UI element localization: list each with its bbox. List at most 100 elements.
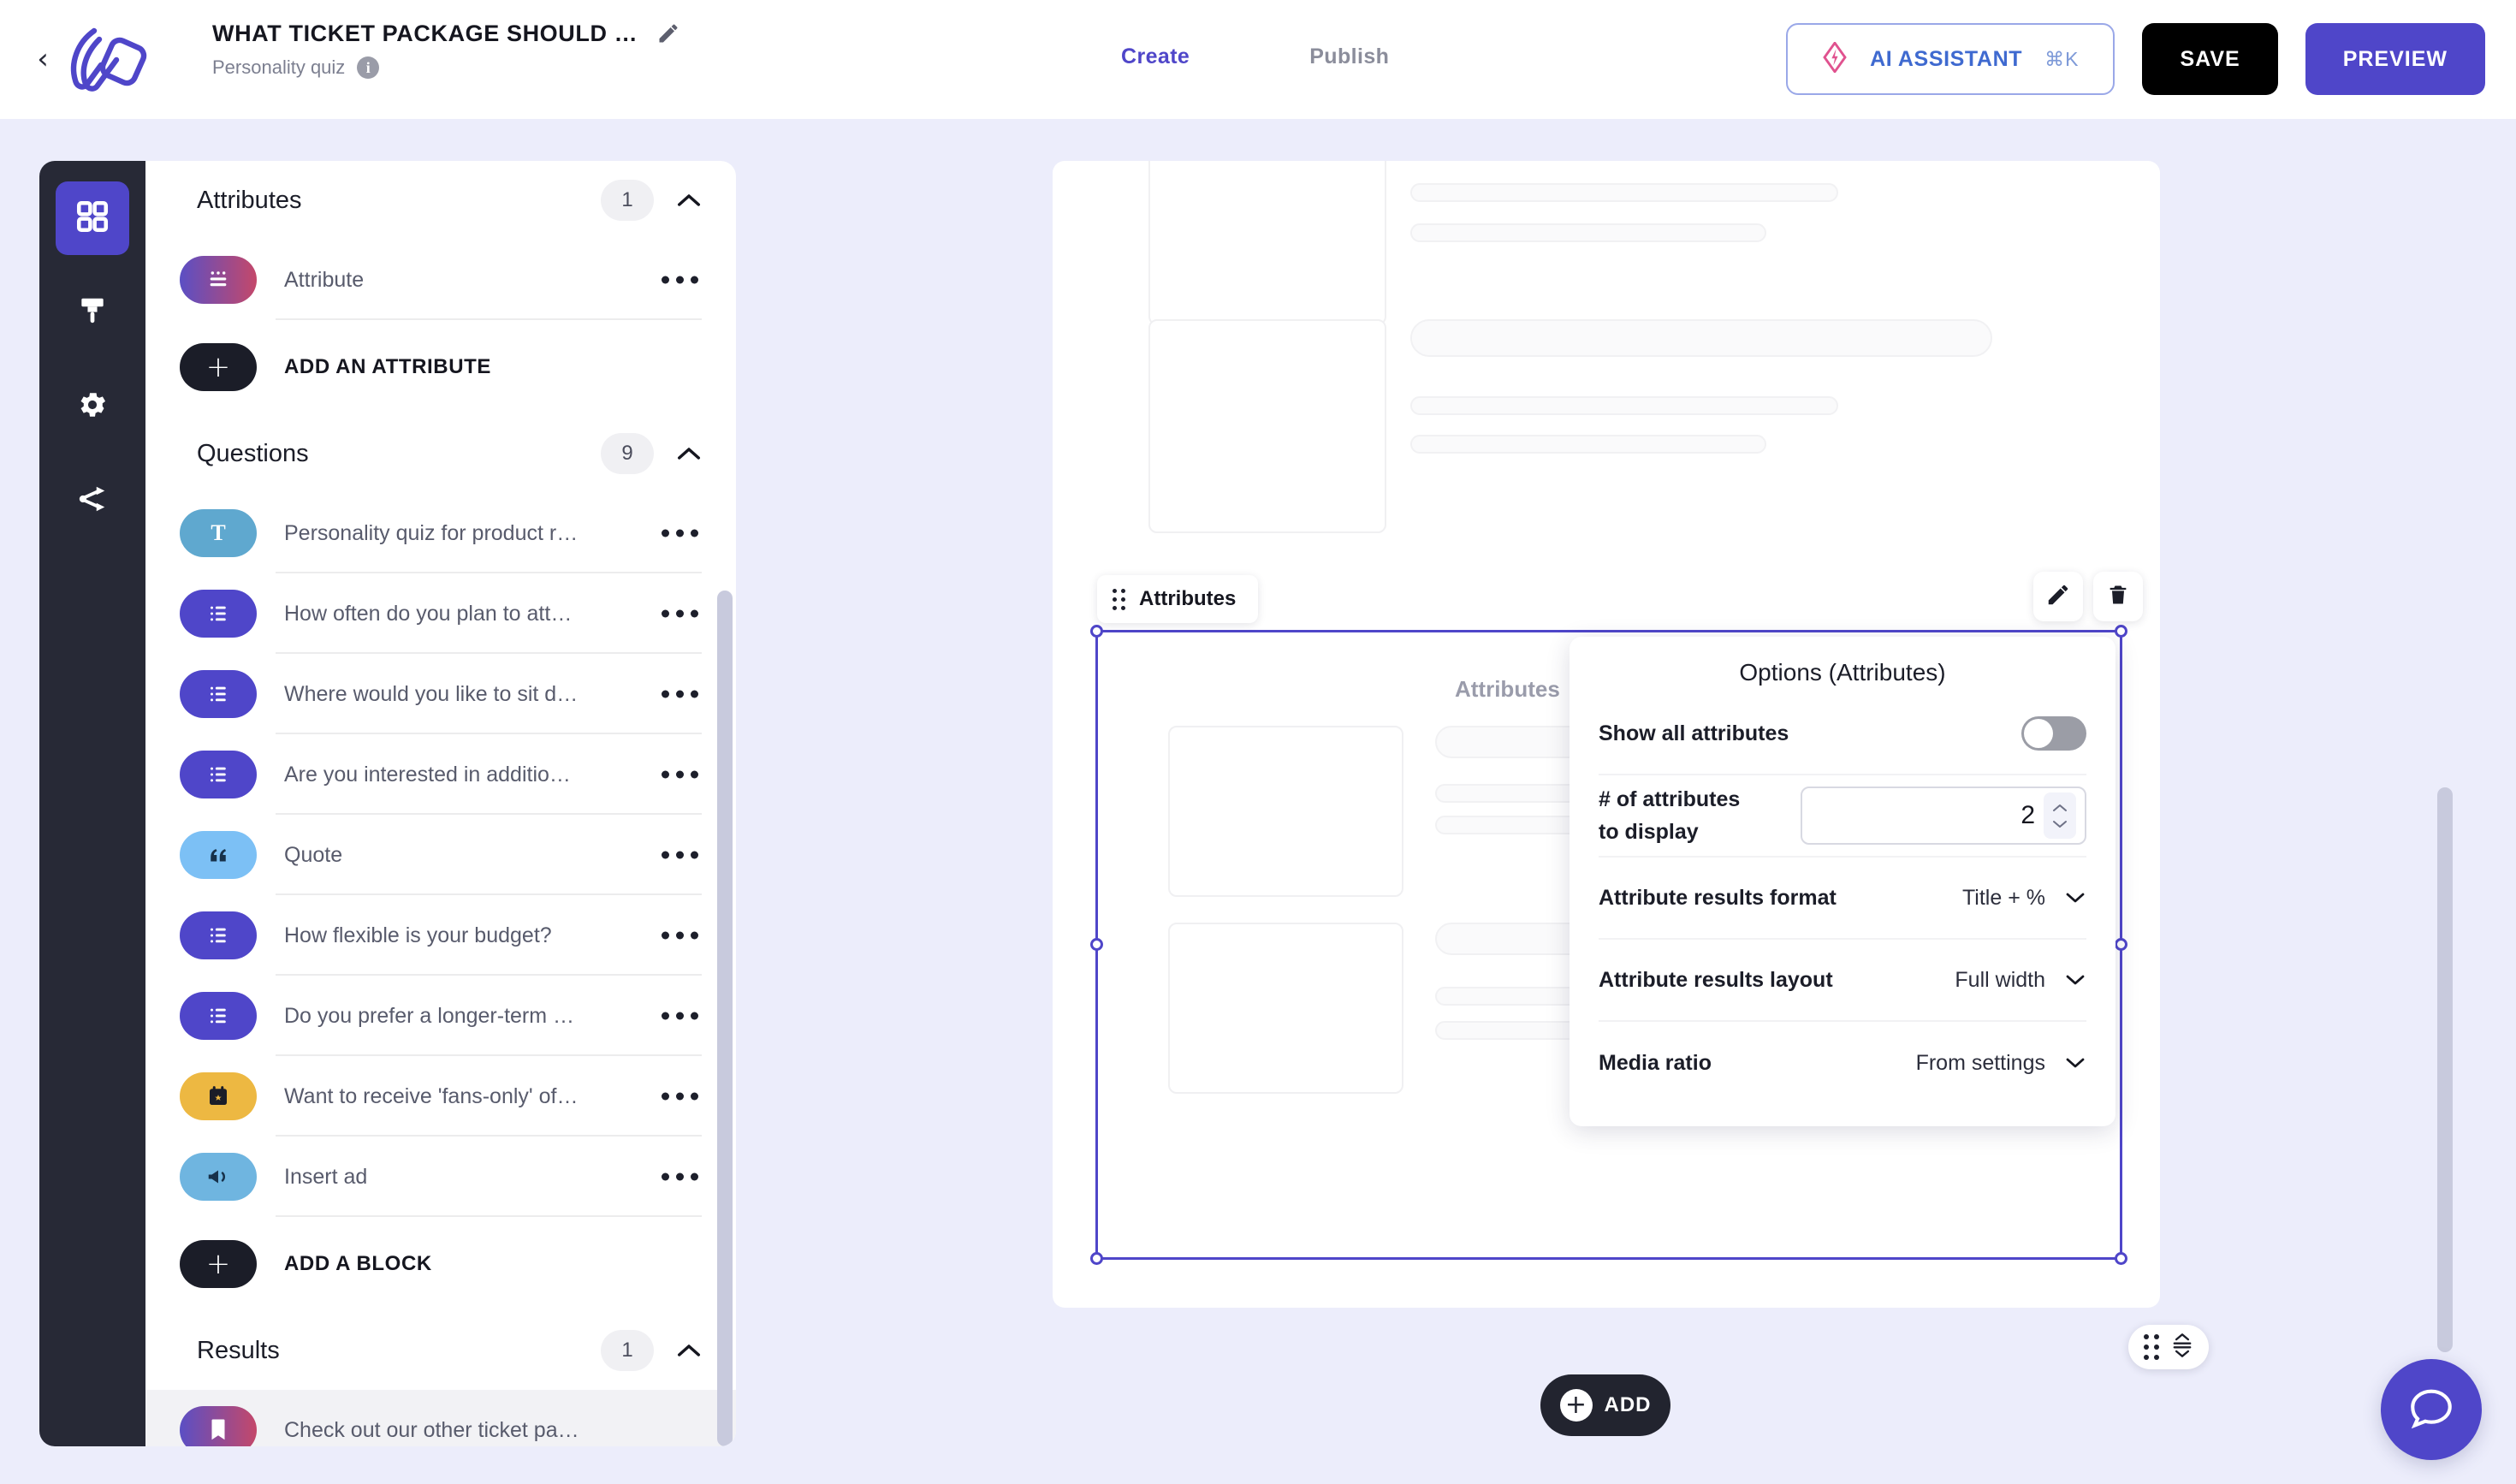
list-item-label: How often do you plan to att…	[284, 601, 573, 626]
more-options-icon[interactable]	[662, 609, 698, 618]
document-title-block: WHAT TICKET PACKAGE SHOULD … Personality…	[212, 19, 680, 79]
stepper-arrows-icon[interactable]	[2044, 792, 2076, 839]
more-options-icon[interactable]	[662, 690, 698, 698]
options-popover-title: Options (Attributes)	[1739, 659, 1946, 686]
list-item[interactable]: How flexible is your budget?	[145, 895, 736, 976]
add-a-block-button[interactable]: + ADD A BLOCK	[145, 1217, 736, 1311]
more-options-icon[interactable]	[662, 1092, 698, 1101]
list-item[interactable]: Do you prefer a longer-term …	[145, 976, 736, 1056]
attributes-count-input[interactable]: 2	[1801, 787, 2086, 845]
rail-item-logic[interactable]	[56, 464, 129, 537]
back-button[interactable]: ‹	[29, 45, 56, 75]
list-item[interactable]: How often do you plan to att…	[145, 573, 736, 654]
megaphone-icon	[180, 1153, 257, 1201]
preview-button[interactable]: PREVIEW	[2305, 23, 2485, 95]
option-control[interactable]: Full width	[1955, 968, 2086, 993]
more-options-icon[interactable]	[662, 851, 698, 859]
panel-scrollbar[interactable]	[717, 591, 733, 1446]
rail-item-design[interactable]	[56, 276, 129, 349]
list-item[interactable]: Quote	[145, 815, 736, 895]
more-options-icon[interactable]	[662, 770, 698, 779]
grid-blocks-icon	[74, 199, 110, 239]
add-a-block-label: ADD A BLOCK	[284, 1252, 432, 1275]
list-item[interactable]: Attribute	[145, 240, 736, 320]
more-options-icon[interactable]	[662, 529, 698, 537]
chevron-down-icon[interactable]	[2064, 973, 2086, 987]
skeleton-line	[1410, 223, 1766, 242]
list-item[interactable]: Want to receive 'fans-only' of…	[145, 1056, 736, 1137]
section-title: Questions	[197, 439, 309, 467]
skeleton-media	[1148, 161, 1386, 325]
content-panel: Attributes 1 Attribute + ADD AN ATTRIBUT…	[145, 161, 736, 1446]
block-move-resize-control[interactable]	[2128, 1325, 2209, 1369]
option-value: Title + %	[1961, 885, 2045, 910]
add-an-attribute-button[interactable]: + ADD AN ATTRIBUTE	[145, 320, 736, 414]
ai-assistant-button[interactable]: AI ASSISTANT ⌘K	[1786, 23, 2115, 95]
ai-assistant-shortcut: ⌘K	[2044, 47, 2080, 70]
edit-block-button[interactable]	[2033, 572, 2083, 621]
more-options-icon[interactable]	[662, 1172, 698, 1181]
ai-spark-icon	[1822, 40, 1848, 77]
gear-icon	[76, 389, 109, 425]
skeleton-line	[1410, 435, 1766, 454]
drag-grip-icon[interactable]	[1113, 588, 1125, 610]
attributes-count-value: 2	[2021, 801, 2035, 829]
option-label: Attribute results layout	[1599, 968, 1833, 992]
section-header-attributes: Attributes 1	[145, 161, 736, 240]
chevron-up-icon[interactable]	[676, 445, 702, 462]
more-options-icon[interactable]	[662, 931, 698, 940]
question-list-icon	[180, 670, 257, 718]
tab-create[interactable]: Create	[1121, 45, 1190, 69]
skeleton-line	[1410, 396, 1838, 415]
text-block-icon: T	[180, 509, 257, 557]
resize-vertical-icon[interactable]	[2171, 1333, 2193, 1362]
section-header-results: Results 1	[145, 1311, 736, 1390]
chat-support-button[interactable]	[2381, 1359, 2482, 1460]
option-control[interactable]: Title + %	[1962, 886, 2086, 911]
list-item-label: Insert ad	[284, 1164, 368, 1189]
more-options-icon[interactable]	[662, 1012, 698, 1020]
option-attribute-results-format[interactable]: Attribute results format Title + %	[1599, 858, 2086, 940]
tab-publish[interactable]: Publish	[1309, 45, 1389, 69]
list-item[interactable]: T Personality quiz for product r…	[145, 493, 736, 573]
list-item[interactable]: Insert ad	[145, 1137, 736, 1217]
chevron-down-icon[interactable]	[2064, 891, 2086, 905]
option-media-ratio[interactable]: Media ratio From settings	[1599, 1022, 2086, 1104]
rail-item-blocks[interactable]	[56, 181, 129, 255]
option-label: Attribute results format	[1599, 886, 1837, 910]
add-block-fab[interactable]: + ADD	[1540, 1374, 1670, 1436]
list-item[interactable]: Check out our other ticket pa…	[145, 1390, 736, 1446]
option-label-line2: to display	[1599, 820, 1699, 844]
save-button[interactable]: SAVE	[2142, 23, 2278, 95]
quote-icon	[180, 831, 257, 879]
delete-block-button[interactable]	[2093, 572, 2143, 621]
add-block-label: ADD	[1604, 1393, 1652, 1416]
chevron-up-icon[interactable]	[676, 1342, 702, 1359]
info-icon[interactable]: i	[357, 56, 380, 79]
section-count-badge: 1	[601, 1330, 654, 1371]
section-header-questions: Questions 9	[145, 414, 736, 493]
drag-grip-icon[interactable]	[2144, 1334, 2159, 1360]
chevron-up-icon[interactable]	[676, 192, 702, 209]
header-actions: AI ASSISTANT ⌘K SAVE PREVIEW	[1786, 23, 2485, 95]
header-tabs: Create Publish	[1121, 45, 1389, 69]
list-item[interactable]: Where would you like to sit d…	[145, 654, 736, 734]
canvas-scrollbar[interactable]	[2437, 787, 2453, 1352]
page-title: WHAT TICKET PACKAGE SHOULD …	[212, 21, 638, 46]
list-item[interactable]: Are you interested in additio…	[145, 734, 736, 815]
pencil-icon[interactable]	[656, 21, 680, 45]
option-control[interactable]: From settings	[1916, 1051, 2086, 1076]
more-options-icon[interactable]	[662, 276, 698, 284]
show-all-attributes-toggle[interactable]	[2021, 716, 2086, 751]
skeleton-line	[1410, 319, 1992, 357]
chevron-down-icon[interactable]	[2064, 1056, 2086, 1070]
question-list-icon	[180, 751, 257, 798]
option-attribute-results-layout[interactable]: Attribute results layout Full width	[1599, 940, 2086, 1022]
list-item-label: Personality quiz for product r…	[284, 520, 579, 545]
brand-logo-icon	[60, 26, 149, 94]
rail-item-settings[interactable]	[56, 370, 129, 443]
list-item-label: Check out our other ticket pa…	[284, 1417, 579, 1442]
block-tag-attributes[interactable]: Attributes	[1097, 575, 1259, 623]
option-label: # of attributes to display	[1599, 783, 1740, 848]
skeleton-media	[1168, 923, 1403, 1094]
